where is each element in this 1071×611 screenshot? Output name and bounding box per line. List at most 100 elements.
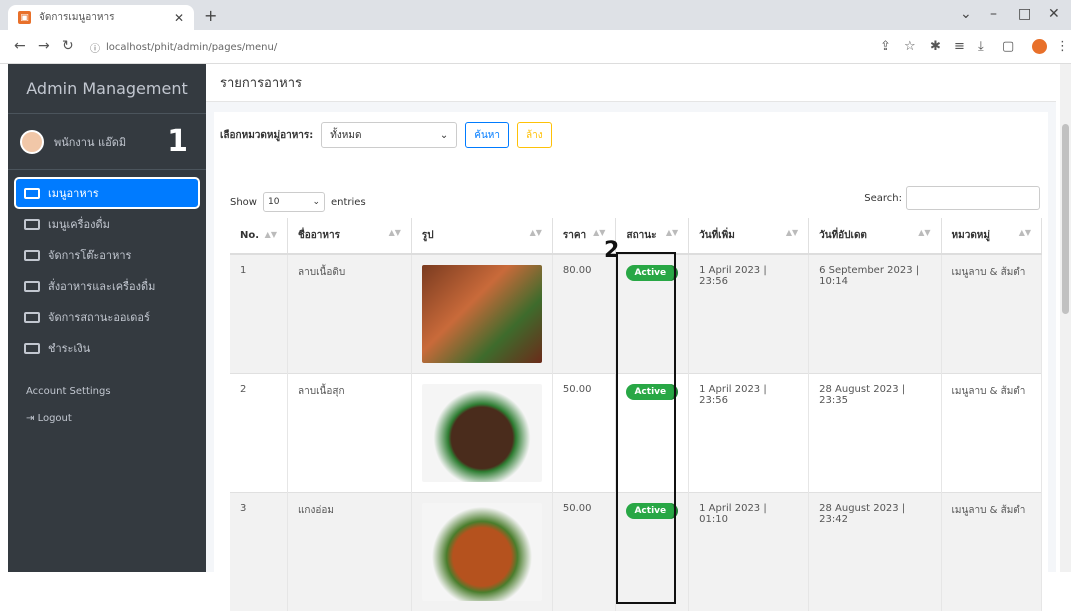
menu-list-icon xyxy=(24,312,40,323)
cell-updated: 6 September 2023 | 10:14 xyxy=(809,254,941,374)
menu-list-icon xyxy=(24,250,40,261)
sidebar-item-label: เมนูอาหาร xyxy=(48,184,99,202)
user-name[interactable]: พนักงาน แอ๊ดมิ xyxy=(54,133,126,151)
column-header-added[interactable]: วันที่เพิ่ม▲▼ xyxy=(689,218,809,254)
address-bar-row: ← → ↻ ⓘ localhost/phit/admin/pages/menu/… xyxy=(0,30,1071,64)
column-header-image[interactable]: รูป▲▼ xyxy=(411,218,552,254)
new-tab-icon[interactable]: + xyxy=(204,6,217,25)
account-settings-link[interactable]: Account Settings xyxy=(26,386,206,397)
sidebar-item-order-status[interactable]: จัดการสถานะออเดอร์ xyxy=(16,303,198,331)
url-field[interactable]: ⓘ localhost/phit/admin/pages/menu/ xyxy=(90,35,870,59)
cell-updated: 28 August 2023 | 23:35 xyxy=(809,374,941,493)
sidebar-item-order[interactable]: สั่งอาหารและเครื่องดื่ม xyxy=(16,272,198,300)
entries-control: Show 10 ⌄ entries xyxy=(230,192,366,212)
sidebar-item-payment[interactable]: ชำระเงิน xyxy=(16,334,198,362)
cell-added: 1 April 2023 | 23:56 xyxy=(689,254,809,374)
column-header-no[interactable]: No.▲▼ xyxy=(230,218,287,254)
chevron-down-icon[interactable]: ⌄ xyxy=(960,6,972,22)
status-badge[interactable]: Active xyxy=(626,265,678,281)
cell-added: 1 April 2023 | 01:10 xyxy=(689,493,809,611)
reset-button[interactable]: ล้าง xyxy=(517,122,552,148)
table-row[interactable]: 1 ลาบเนื้อดิบ 80.00 Active 1 April 2023 … xyxy=(230,254,1042,374)
table-row[interactable]: 2 ลาบเนื้อสุก 50.00 Active 1 April 2023 … xyxy=(230,374,1042,493)
page-title: รายการอาหาร xyxy=(206,64,1056,102)
menu-list-icon xyxy=(24,188,40,199)
minimize-icon[interactable]: – xyxy=(990,6,997,22)
sort-icon: ▲▼ xyxy=(666,228,678,237)
category-select[interactable]: ทั้งหมด ⌄ xyxy=(321,122,457,148)
cell-name: แกงอ่อม xyxy=(287,493,411,611)
share-icon[interactable]: ⇪ xyxy=(880,39,891,54)
media-icon[interactable]: ≡ xyxy=(954,39,965,54)
food-image[interactable] xyxy=(422,265,542,363)
food-image[interactable] xyxy=(422,384,542,482)
food-image[interactable] xyxy=(422,503,542,601)
browser-tab-bar: ▣ จัดการเมนูอาหาร ✕ + ⌄ – □ ✕ xyxy=(0,0,1071,30)
logout-link[interactable]: ⇥ Logout xyxy=(26,413,206,424)
table-header-row: No.▲▼ ชื่ออาหาร▲▼ รูป▲▼ ราคา▲▼ สถานะ▲▼ ว… xyxy=(230,218,1042,254)
avatar[interactable] xyxy=(20,130,44,154)
forward-icon[interactable]: → xyxy=(38,38,50,54)
sidebar-item-label: จัดการสถานะออเดอร์ xyxy=(48,308,150,326)
close-tab-icon[interactable]: ✕ xyxy=(174,11,184,25)
annotation-marker-2: 2 xyxy=(604,238,619,263)
reload-icon[interactable]: ↻ xyxy=(62,38,74,54)
cell-price: 80.00 xyxy=(552,254,616,374)
sort-icon: ▲▼ xyxy=(593,228,605,237)
cell-no: 1 xyxy=(230,254,287,374)
extensions-icon[interactable]: ✱ xyxy=(930,39,941,54)
sidebar: Admin Management พนักงาน แอ๊ดมิ 1 เมนูอา… xyxy=(8,64,206,572)
status-badge[interactable]: Active xyxy=(626,384,678,400)
back-icon[interactable]: ← xyxy=(14,38,26,54)
chevron-down-icon: ⌄ xyxy=(312,197,320,207)
entries-select[interactable]: 10 ⌄ xyxy=(263,192,325,212)
user-panel: พนักงาน แอ๊ดมิ 1 xyxy=(8,114,206,170)
cell-status: Active xyxy=(616,374,689,493)
search-input[interactable] xyxy=(906,186,1040,210)
column-header-updated[interactable]: วันที่อัปเดต▲▼ xyxy=(809,218,941,254)
maximize-icon[interactable]: □ xyxy=(1018,6,1031,22)
bookmark-star-icon[interactable]: ☆ xyxy=(904,39,916,54)
table-row[interactable]: 3 แกงอ่อม 50.00 Active 1 April 2023 | 01… xyxy=(230,493,1042,611)
sidebar-item-label: สั่งอาหารและเครื่องดื่ม xyxy=(48,277,155,295)
sidepanel-icon[interactable]: ▢ xyxy=(1002,39,1014,54)
cell-category: เมนูลาบ & ส้มตำ xyxy=(941,493,1041,611)
menu-list-icon xyxy=(24,219,40,230)
brand-title[interactable]: Admin Management xyxy=(8,64,206,114)
cell-name: ลาบเนื้อดิบ xyxy=(287,254,411,374)
category-select-value: ทั้งหมด xyxy=(330,128,361,143)
sidebar-item-tables[interactable]: จัดการโต๊ะอาหาร xyxy=(16,241,198,269)
cell-name: ลาบเนื้อสุก xyxy=(287,374,411,493)
sort-icon: ▲▼ xyxy=(786,228,798,237)
cell-image xyxy=(411,374,552,493)
page-scrollbar[interactable] xyxy=(1060,64,1071,572)
cell-price: 50.00 xyxy=(552,493,616,611)
cell-no: 2 xyxy=(230,374,287,493)
cell-image xyxy=(411,254,552,374)
entries-label: entries xyxy=(331,197,366,208)
cell-no: 3 xyxy=(230,493,287,611)
sort-icon: ▲▼ xyxy=(389,228,401,237)
category-filter: เลือกหมวดหมู่อาหาร: ทั้งหมด ⌄ ค้นหา ล้าง xyxy=(220,122,552,148)
column-header-category[interactable]: หมวดหมู่▲▼ xyxy=(941,218,1041,254)
close-window-icon[interactable]: ✕ xyxy=(1048,6,1060,22)
cell-updated: 28 August 2023 | 23:42 xyxy=(809,493,941,611)
sidebar-item-drink-menu[interactable]: เมนูเครื่องดื่ม xyxy=(16,210,198,238)
main-content: รายการอาหาร เลือกหมวดหมู่อาหาร: ทั้งหมด … xyxy=(206,64,1056,572)
sort-icon: ▲▼ xyxy=(918,228,930,237)
sort-icon: ▲▼ xyxy=(1019,228,1031,237)
sidebar-item-food-menu[interactable]: เมนูอาหาร xyxy=(16,179,198,207)
column-header-status[interactable]: สถานะ▲▼ xyxy=(616,218,689,254)
scrollbar-thumb[interactable] xyxy=(1062,124,1069,314)
status-badge[interactable]: Active xyxy=(626,503,678,519)
menu-kebab-icon[interactable]: ⋮ xyxy=(1056,39,1069,54)
menu-list-icon xyxy=(24,281,40,292)
browser-tab[interactable]: ▣ จัดการเมนูอาหาร ✕ xyxy=(8,5,194,30)
search-button[interactable]: ค้นหา xyxy=(465,122,509,148)
cell-status: Active xyxy=(616,493,689,611)
download-icon[interactable]: ⤓ xyxy=(978,39,984,54)
column-header-name[interactable]: ชื่ออาหาร▲▼ xyxy=(287,218,411,254)
cell-price: 50.00 xyxy=(552,374,616,493)
logout-icon: ⇥ xyxy=(26,413,38,424)
profile-avatar-icon[interactable] xyxy=(1032,39,1047,54)
